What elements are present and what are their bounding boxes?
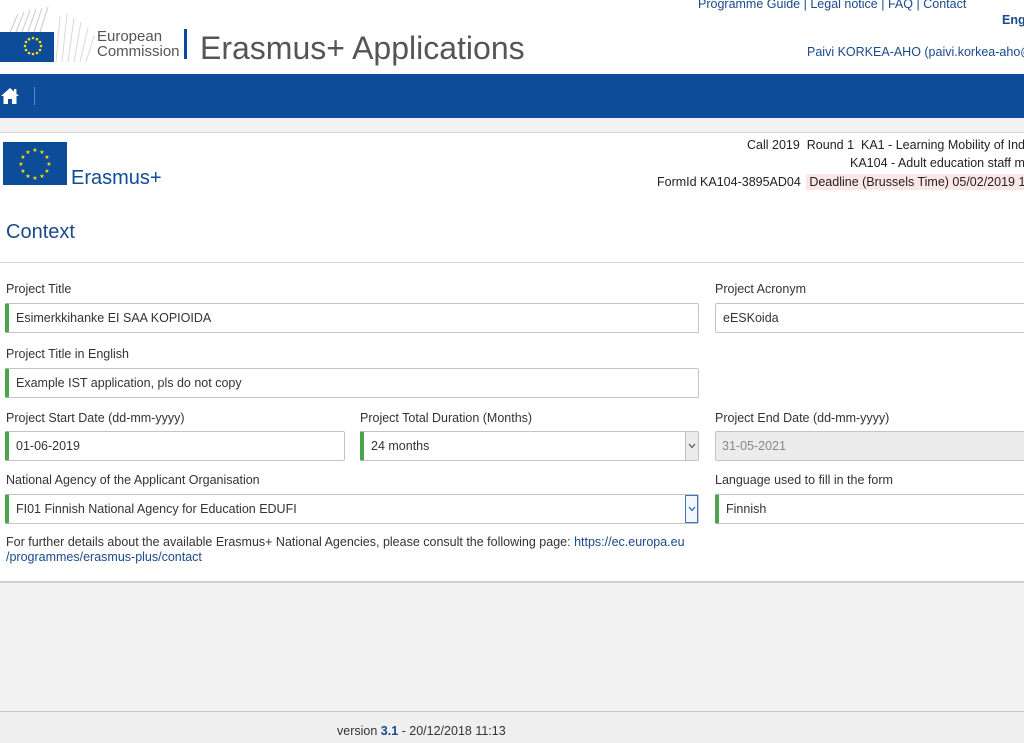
project-title-label: Project Title (6, 282, 72, 296)
svg-text:★: ★ (20, 168, 25, 175)
project-title-english-label: Project Title in English (6, 347, 129, 361)
call-info: Call 2019 Round 1 KA1 - Learning Mobilit… (747, 138, 1024, 152)
faq-link[interactable]: FAQ (888, 0, 913, 11)
user-account-link[interactable]: Paivi KORKEA-AHO (paivi.korkea-aho@o (807, 45, 1024, 59)
language-selector[interactable]: Eng (1002, 13, 1024, 27)
svg-text:★: ★ (25, 173, 30, 180)
version-date: - 20/12/2018 11:13 (398, 724, 506, 738)
duration-label: Project Total Duration (Months) (360, 411, 533, 425)
duration-select[interactable]: 24 months (360, 431, 699, 461)
top-links: Programme Guide | Legal notice | FAQ | C… (698, 0, 966, 11)
legal-notice-link[interactable]: Legal notice (810, 0, 877, 11)
context-section: Context Project Title Esimerkkihanke EI … (0, 205, 1024, 583)
project-title-english-input[interactable]: Example IST application, pls do not copy (5, 368, 699, 398)
home-icon[interactable] (0, 86, 20, 106)
header-separator (184, 29, 187, 59)
svg-text:★: ★ (32, 147, 37, 154)
national-agency-select[interactable]: FI01 Finnish National Agency for Educati… (5, 494, 699, 524)
form-language-input[interactable]: Finnish (715, 494, 1024, 524)
national-agencies-link-continued[interactable]: /programmes/erasmus-plus/contact (6, 550, 202, 564)
svg-text:★: ★ (32, 175, 37, 182)
european-commission-wordmark: European Commission (97, 28, 180, 60)
start-date-label: Project Start Date (dd-mm-yyyy) (6, 411, 185, 425)
svg-text:★: ★ (39, 173, 44, 180)
contact-link[interactable]: Contact (923, 0, 966, 11)
svg-text:★: ★ (44, 154, 49, 161)
deadline-badge: Deadline (Brussels Time) 05/02/2019 12: (806, 174, 1024, 190)
project-acronym-label: Project Acronym (715, 282, 807, 296)
call-label: Call 2019 (747, 138, 800, 152)
project-title-input[interactable]: Esimerkkihanke EI SAA KOPIOIDA (5, 303, 699, 333)
svg-text:★: ★ (25, 149, 30, 156)
nav-bar (0, 74, 1024, 118)
national-agencies-info: For further details about the available … (6, 535, 685, 565)
section-divider (0, 262, 1024, 263)
svg-text:★: ★ (46, 161, 51, 168)
action-label: KA1 - Learning Mobility of Indiv (861, 138, 1024, 152)
app-title: Erasmus+ Applications (200, 30, 525, 66)
national-agencies-link[interactable]: https://ec.europa.eu (574, 535, 685, 549)
link-separator: | (916, 0, 920, 11)
link-separator: | (881, 0, 885, 11)
info-text: For further details about the available … (6, 535, 575, 549)
start-date-input[interactable]: 01-06-2019 (5, 431, 345, 461)
action-type: KA104 - Adult education staff m (850, 156, 1024, 170)
form-id: FormId KA104-3895AD04 (657, 175, 801, 189)
round-label: Round 1 (806, 138, 855, 152)
version-prefix: version (337, 724, 381, 738)
site-header: European Commission Erasmus+ Application… (0, 0, 1024, 74)
nav-separator (34, 87, 35, 105)
chevron-down-icon[interactable] (685, 495, 698, 523)
project-acronym-input[interactable]: eESKoida (715, 303, 1024, 333)
form-language-label: Language used to fill in the form (715, 473, 893, 487)
svg-text:★: ★ (44, 168, 49, 175)
programme-name: Erasmus+ (71, 167, 162, 189)
eu-flag-icon: ★ ★★ ★★★ ★★★ ★★★ (3, 142, 67, 185)
link-separator: | (803, 0, 807, 11)
end-date-label: Project End Date (dd-mm-yyyy) (715, 411, 890, 425)
european-commission-logo (0, 6, 95, 62)
section-title: Context (6, 221, 75, 243)
version-number: 3.1 (380, 724, 399, 738)
national-agency-label: National Agency of the Applicant Organis… (6, 473, 260, 487)
duration-select-value: 24 months (360, 431, 699, 461)
end-date-input: 31-05-2021 (715, 431, 1024, 461)
programme-guide-link[interactable]: Programme Guide (698, 0, 800, 11)
version-info: version 3.1 - 20/12/2018 11:13 (337, 724, 506, 738)
chevron-down-icon[interactable] (685, 432, 698, 460)
national-agency-select-value: FI01 Finnish National Agency for Educati… (5, 494, 699, 524)
form-info: FormId KA104-3895AD04 Deadline (Brussels… (657, 174, 1024, 190)
programme-banner: ★ ★ ★ ★ ★ ★ ★ ★ ★ ★ ★ ★ Erasmus+ Call 2019 Round… (0, 132, 1024, 206)
svg-text:★: ★ (18, 161, 23, 168)
footer: version 3.1 - 20/12/2018 11:13 (0, 711, 1024, 743)
